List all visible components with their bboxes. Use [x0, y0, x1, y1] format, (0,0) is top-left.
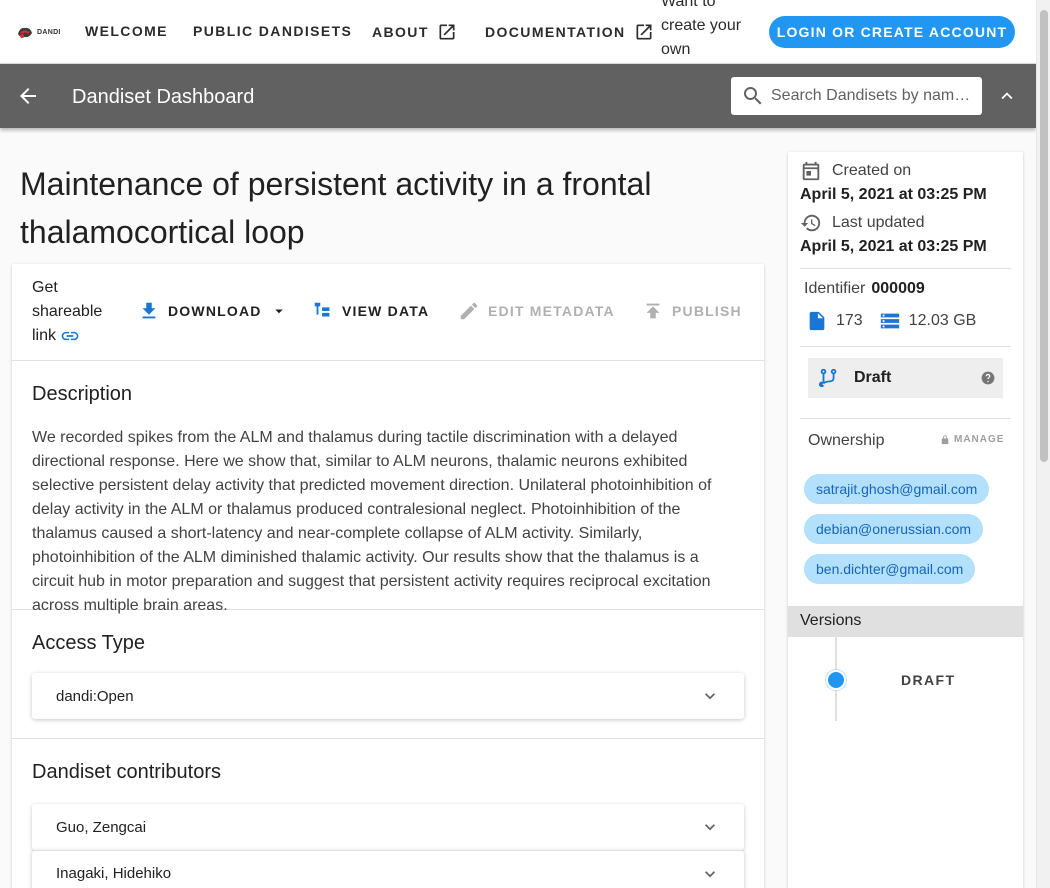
divider: [800, 346, 1011, 347]
nav-public-dandisets-label: PUBLIC DANDISETS: [193, 23, 353, 39]
nav-documentation-label: DOCUMENTATION: [485, 24, 626, 40]
total-size: 12.03 GB: [908, 312, 977, 329]
calendar-icon: [802, 161, 820, 181]
download-icon: [142, 302, 156, 319]
description-heading: Description: [32, 383, 133, 405]
manage-label: MANAGE: [954, 434, 1005, 445]
ownership-label: Ownership: [808, 432, 885, 449]
link-icon: [62, 331, 79, 340]
storage-icon: [880, 313, 899, 329]
chevron-down-icon: [705, 693, 715, 700]
nav-documentation[interactable]: DOCUMENTATION: [485, 22, 654, 42]
view-data-label: VIEW DATA: [342, 303, 430, 319]
identifier: Identifier 000009: [804, 280, 925, 298]
versions-header: Versions: [788, 606, 1023, 637]
created-label: Created on: [832, 162, 912, 179]
dandi-logo[interactable]: DANDI: [16, 22, 62, 42]
access-type-section: Access Type dandi:Open: [12, 610, 764, 739]
file-tree-icon: [314, 302, 330, 317]
share-link-button[interactable]: Get shareable link: [32, 276, 112, 348]
identifier-label: Identifier: [804, 280, 866, 297]
publish-icon: [646, 303, 660, 319]
access-type-panel[interactable]: dandi:Open: [32, 673, 744, 719]
file-icon: [809, 311, 825, 331]
search-box[interactable]: [731, 77, 982, 115]
chevron-down-icon: [705, 824, 715, 831]
owner-chip[interactable]: ben.dichter@gmail.com: [804, 554, 976, 584]
back-arrow-icon[interactable]: [16, 84, 40, 108]
search-input[interactable]: [771, 87, 971, 105]
page-scrollbar[interactable]: [1036, 0, 1050, 888]
dandiset-sidebar: Created on April 5, 2021 at 03:25 PM Las…: [788, 152, 1023, 888]
access-type-heading: Access Type: [32, 632, 146, 654]
identifier-value: 000009: [871, 280, 925, 297]
caret-down-icon: [274, 309, 283, 314]
pencil-icon: [460, 302, 478, 320]
contributor-panel[interactable]: Guo, Zengcai: [32, 804, 744, 850]
created-row: Created on: [800, 160, 911, 182]
dandiset-title: Maintenance of persistent activity in a …: [20, 166, 652, 250]
login-button[interactable]: LOGIN OR CREATE ACCOUNT: [769, 16, 1015, 48]
publish-label: PUBLISH: [672, 303, 742, 319]
top-nav: DANDI WELCOME PUBLIC DANDISETS ABOUT DOC…: [0, 0, 1036, 82]
dashboard-toolbar: Dandiset Dashboard: [0, 64, 1036, 128]
manage-button[interactable]: MANAGE: [940, 434, 1004, 445]
updated-label: Last updated: [832, 214, 925, 231]
contributor-panel[interactable]: Inagaki, Hidehiko: [32, 850, 744, 888]
help-icon[interactable]: [981, 371, 995, 385]
stats-row: 173 12.03 GB: [806, 310, 976, 332]
contributor-name: Inagaki, Hidehiko: [56, 865, 172, 882]
logo-text: DANDI: [37, 28, 61, 36]
description-section: Description We recorded spikes from the …: [12, 361, 764, 614]
contributor-name: Guo, Zengcai: [56, 818, 147, 836]
contributors-section: Dandiset contributors Guo, Zengcai Inaga…: [12, 739, 764, 888]
lock-icon: [941, 434, 949, 444]
access-type-value: dandi:Open: [56, 687, 134, 705]
search-icon: [744, 87, 762, 105]
history-icon: [800, 214, 821, 232]
chevron-down-icon: [705, 870, 715, 877]
divider: [800, 418, 1011, 419]
edit-metadata-label: EDIT METADATA: [488, 303, 615, 319]
divider: [800, 268, 1011, 269]
edit-metadata-button[interactable]: EDIT METADATA: [458, 300, 615, 322]
view-data-button[interactable]: VIEW DATA: [312, 300, 429, 322]
branch-icon: [818, 368, 837, 388]
dandi-logo-icon: [18, 27, 32, 38]
nav-welcome[interactable]: WELCOME: [85, 23, 168, 39]
version-status-label: Draft: [854, 369, 892, 386]
description-text: We recorded spikes from the ALM and thal…: [32, 429, 712, 614]
created-value: April 5, 2021 at 03:25 PM: [800, 186, 987, 203]
owner-chip[interactable]: satrajit.ghosh@gmail.com: [804, 474, 990, 504]
download-button[interactable]: DOWNLOAD: [138, 300, 288, 322]
publish-button[interactable]: PUBLISH: [642, 300, 742, 322]
scrollbar-thumb[interactable]: [1040, 10, 1048, 462]
nav-public-dandisets[interactable]: PUBLIC DANDISETS: [193, 23, 352, 39]
version-status: Draft: [808, 358, 1003, 398]
chevron-up-icon[interactable]: [996, 85, 1018, 107]
download-label: DOWNLOAD: [168, 303, 262, 319]
external-link-icon: [439, 24, 455, 40]
owner-chip[interactable]: debian@onerussian.com: [804, 514, 984, 544]
version-item-draft[interactable]: DRAFT: [901, 672, 955, 688]
external-link-icon: [636, 24, 652, 40]
contributors-heading: Dandiset contributors: [32, 761, 221, 783]
nav-about-label: ABOUT: [372, 24, 429, 40]
updated-row: Last updated: [800, 212, 925, 234]
toolbar-title: Dandiset Dashboard: [72, 86, 255, 108]
timeline-dot: [826, 670, 846, 690]
action-bar: Get shareable link DOWNLOAD VIEW DATA ED…: [12, 264, 764, 361]
dandiset-main-card: Get shareable link DOWNLOAD VIEW DATA ED…: [12, 264, 764, 888]
updated-value: April 5, 2021 at 03:25 PM: [800, 238, 987, 255]
nav-about[interactable]: ABOUT: [372, 22, 457, 42]
nav-welcome-label: WELCOME: [85, 23, 168, 39]
file-count: 173: [836, 312, 863, 329]
